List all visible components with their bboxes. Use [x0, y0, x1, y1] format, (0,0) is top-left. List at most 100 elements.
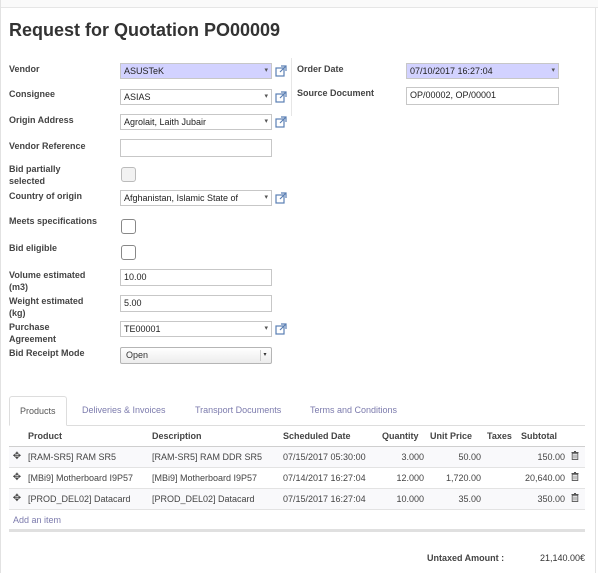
row-subtotal: 20,640.00 [518, 467, 568, 489]
external-link-icon[interactable] [275, 192, 287, 204]
chevron-down-icon[interactable]: ▾ [264, 115, 268, 129]
form-top-border [1, 0, 598, 8]
untaxed-amount-label: Untaxed Amount : [427, 553, 505, 563]
drag-handle-icon[interactable]: ✥ [9, 467, 25, 489]
order-date-field[interactable]: 07/10/2017 16:27:04 ▾ [406, 63, 559, 79]
trash-icon[interactable] [568, 488, 585, 510]
drag-handle-icon[interactable]: ✥ [9, 446, 25, 468]
source-document-field[interactable]: OP/00002, OP/00001 [406, 87, 559, 105]
purchase-agreement-label-line1: Purchase [9, 322, 50, 332]
untaxed-amount-value: 21,140.00€ [539, 553, 585, 563]
row-description: [PROD_DEL02] Datacard [149, 488, 280, 510]
row-product: [MBi9] Motherboard I9P57 [25, 467, 149, 489]
row-subtotal: 150.00 [518, 446, 568, 468]
row-product: [RAM-SR5] RAM SR5 [25, 446, 149, 468]
meets-spec-label: Meets specifications [9, 216, 98, 226]
purchase-agreement-field[interactable]: TE00001 ▾ [120, 321, 272, 337]
trash-icon[interactable] [568, 467, 585, 489]
consignee-label: Consignee [9, 89, 56, 99]
consignee-value: ASIAS [124, 92, 151, 102]
country-origin-field[interactable]: Afghanistan, Islamic State of ▾ [120, 190, 272, 206]
taxes-header[interactable]: Taxes [484, 426, 518, 447]
vendor-reference-field[interactable] [120, 139, 272, 157]
volume-label-line2: (m3) [9, 282, 29, 292]
external-link-icon[interactable] [275, 65, 287, 77]
trash-icon[interactable] [568, 446, 585, 468]
tab-terms-conditions[interactable]: Terms and Conditions [300, 396, 407, 426]
row-taxes [484, 488, 518, 510]
weight-field[interactable]: 5.00 [120, 295, 272, 312]
unit-price-header[interactable]: Unit Price [427, 426, 484, 447]
row-scheduled-date: 07/15/2017 16:27:04 [280, 488, 379, 510]
chevron-down-icon[interactable]: ▾ [260, 350, 269, 361]
notebook-tabs: Products Deliveries & Invoices Transport… [9, 396, 585, 426]
external-link-icon[interactable] [275, 323, 287, 335]
weight-label-line2: (kg) [9, 308, 26, 318]
weight-label-line1: Weight estimated [9, 296, 84, 306]
table-footer-bar [9, 529, 585, 532]
origin-address-field[interactable]: Agrolait, Laith Jubair ▾ [120, 114, 272, 130]
origin-address-value: Agrolait, Laith Jubair [124, 117, 207, 127]
row-unit-price: 35.00 [427, 488, 484, 510]
row-description: [MBi9] Motherboard I9P57 [149, 467, 280, 489]
chevron-down-icon[interactable]: ▾ [551, 64, 555, 78]
row-subtotal: 350.00 [518, 488, 568, 510]
order-date-value: 07/10/2017 16:27:04 [410, 66, 493, 76]
chevron-down-icon[interactable]: ▾ [264, 322, 268, 336]
tab-transport-documents[interactable]: Transport Documents [185, 396, 291, 426]
consignee-field[interactable]: ASIAS ▾ [120, 89, 272, 105]
table-row[interactable]: ✥ [MBi9] Motherboard I9P57 [MBi9] Mother… [9, 467, 585, 489]
handle-header [9, 426, 25, 447]
chevron-down-icon[interactable]: ▾ [264, 191, 268, 205]
row-quantity: 12.000 [379, 467, 427, 489]
chevron-down-icon[interactable]: ▾ [264, 90, 268, 104]
meets-spec-checkbox[interactable] [121, 219, 136, 234]
row-product: [PROD_DEL02] Datacard [25, 488, 149, 510]
row-quantity: 3.000 [379, 446, 427, 468]
row-unit-price: 50.00 [427, 446, 484, 468]
tab-deliveries-invoices[interactable]: Deliveries & Invoices [72, 396, 176, 426]
description-header[interactable]: Description [149, 426, 280, 447]
chevron-down-icon[interactable]: ▾ [264, 64, 268, 78]
product-header[interactable]: Product [25, 426, 149, 447]
origin-address-label: Origin Address [9, 115, 74, 125]
delete-header [568, 426, 585, 447]
drag-handle-icon[interactable]: ✥ [9, 488, 25, 510]
source-document-label: Source Document [297, 88, 375, 98]
external-link-icon[interactable] [275, 116, 287, 128]
bid-eligible-label: Bid eligible [9, 243, 58, 253]
row-taxes [484, 446, 518, 468]
bid-eligible-checkbox[interactable] [121, 245, 136, 260]
bid-receipt-mode-select[interactable]: Open ▾ [120, 347, 272, 364]
vendor-label: Vendor [9, 64, 40, 74]
purchase-agreement-value: TE00001 [124, 324, 161, 334]
page-title: Request for Quotation PO00009 [9, 20, 281, 40]
row-unit-price: 1,720.00 [427, 467, 484, 489]
country-origin-label: Country of origin [9, 191, 82, 201]
table-row[interactable]: ✥ [RAM-SR5] RAM SR5 [RAM-SR5] RAM DDR SR… [9, 446, 585, 468]
bid-receipt-mode-label: Bid Receipt Mode [9, 348, 85, 358]
vendor-value: ASUSTeK [124, 66, 165, 76]
bid-partially-checkbox[interactable] [121, 167, 136, 182]
add-item-link[interactable]: Add an item [13, 515, 61, 525]
table-row[interactable]: ✥ [PROD_DEL02] Datacard [PROD_DEL02] Dat… [9, 488, 585, 510]
row-quantity: 10.000 [379, 488, 427, 510]
tab-products[interactable]: Products [9, 396, 67, 426]
quantity-header[interactable]: Quantity [379, 426, 427, 447]
vendor-field[interactable]: ASUSTeK ▾ [120, 63, 272, 79]
row-description: [RAM-SR5] RAM DDR SR5 [149, 446, 280, 468]
purchase-agreement-label: Purchase Agreement [9, 321, 56, 345]
row-taxes [484, 467, 518, 489]
add-item-cell: Add an item [9, 509, 585, 530]
order-lines-table: Product Description Scheduled Date Quant… [9, 426, 585, 530]
scheduled-date-header[interactable]: Scheduled Date [280, 426, 379, 447]
table-header-row: Product Description Scheduled Date Quant… [9, 426, 585, 447]
purchase-agreement-label-line2: Agreement [9, 334, 57, 344]
volume-field[interactable]: 10.00 [120, 269, 272, 286]
subtotal-header[interactable]: Subtotal [518, 426, 568, 447]
form-sheet: Request for Quotation PO00009 Vendor Con… [0, 0, 598, 573]
country-origin-value: Afghanistan, Islamic State of [124, 193, 239, 203]
external-link-icon[interactable] [275, 91, 287, 103]
vendor-reference-label: Vendor Reference [9, 141, 86, 151]
column-divider [291, 58, 292, 116]
